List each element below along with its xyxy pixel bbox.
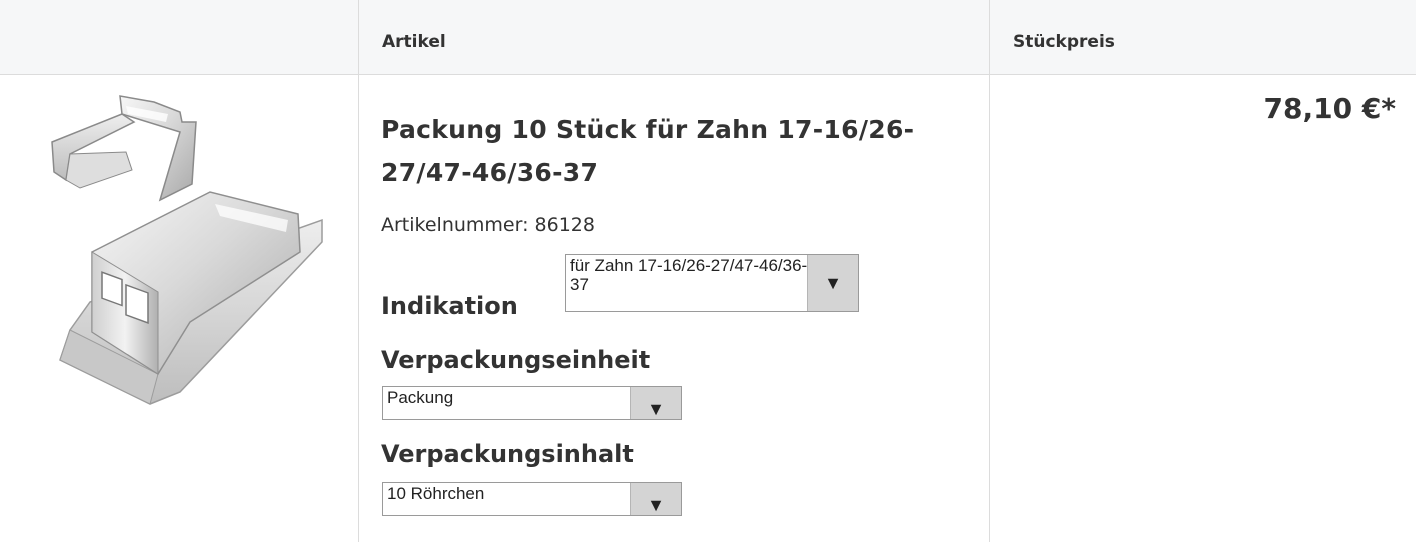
article-number-value: 86128 — [534, 214, 595, 236]
article-number-label: Artikelnummer: — [381, 214, 529, 236]
chevron-down-icon[interactable]: ▼ — [807, 255, 858, 311]
table-header-row: Artikel Stückpreis — [0, 0, 1416, 75]
chevron-down-icon[interactable]: ▼ — [630, 483, 681, 515]
verpackungsinhalt-select[interactable]: 10 Röhrchen ▼ — [382, 482, 682, 516]
unit-price: 78,10 €* — [1263, 92, 1396, 125]
column-header-artikel: Artikel — [382, 32, 446, 52]
verpackungsinhalt-selected-value: 10 Röhrchen — [387, 484, 485, 503]
indikation-label: Indikation — [381, 292, 518, 320]
column-divider — [989, 0, 990, 542]
verpackungsinhalt-label: Verpackungsinhalt — [381, 440, 634, 468]
column-header-stueckpreis: Stückpreis — [1013, 32, 1115, 52]
verpackungseinheit-select[interactable]: Packung ▼ — [382, 386, 682, 420]
indikation-selected-value: für Zahn 17-16/26-27/47-46/36-37 — [570, 256, 808, 294]
indikation-select[interactable]: für Zahn 17-16/26-27/47-46/36-37 ▼ — [565, 254, 859, 312]
product-title[interactable]: Packung 10 Stück für Zahn 17-16/26-27/47… — [381, 108, 981, 194]
article-number-row: Artikelnummer: 86128 — [381, 214, 595, 236]
verpackungseinheit-selected-value: Packung — [387, 388, 454, 407]
verpackungseinheit-label: Verpackungseinheit — [381, 346, 651, 374]
product-table: Artikel Stückpreis Packung 10 Stück für … — [0, 0, 1416, 542]
product-image[interactable] — [30, 92, 330, 412]
chevron-down-icon[interactable]: ▼ — [630, 387, 681, 419]
column-divider — [358, 0, 359, 542]
